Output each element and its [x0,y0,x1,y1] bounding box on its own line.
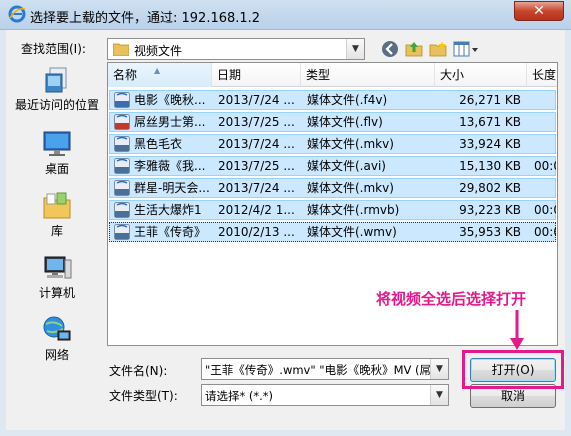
file-size-cell: 33,924 KB [459,137,521,151]
place-label: 计算机 [38,286,75,300]
column-type[interactable]: 类型 [301,63,435,87]
place-label: 网络 [44,348,69,362]
chevron-down-icon[interactable]: ▼ [430,359,448,379]
column-size[interactable]: 大小 [435,63,527,87]
file-date-cell: 2012/4/2 1... [218,203,295,217]
browser-e-icon [8,5,26,23]
file-row[interactable]: 屌丝男士第... 2013/7/25 ... 媒体文件(.flv) 13,671 KB [109,112,556,132]
video-file-icon [114,114,130,130]
file-size-cell: 35,953 KB [459,225,521,239]
video-file-icon [114,158,130,174]
file-size-cell: 29,802 KB [459,181,521,195]
place-computer[interactable]: 计算机 [14,252,100,301]
look-in-dropdown[interactable]: 视频文件 ▼ [107,38,365,60]
window-title: 选择要上载的文件，通过: 192.168.1.2 [30,11,261,26]
file-name-field[interactable]: "王菲《传奇》.wmv" "电影《晚秋》MV (屌 ▼ [201,358,449,380]
file-date-cell: 2013/7/25 ... [218,115,295,129]
video-file-icon [114,224,130,240]
file-row[interactable]: 王菲《传奇》 2010/2/13 ... 媒体文件(.wmv) 35,953 KB 00… [109,222,556,242]
file-type-cell: 媒体文件(.f4v) [307,93,388,107]
file-length-cell: 00:0 [534,159,556,173]
file-length-cell [534,113,556,131]
file-name-cell: 黑色毛衣 [134,137,183,151]
video-file-icon [114,202,130,218]
file-type-label: 文件类型(T): [109,389,178,403]
file-name-cell: 群星-明天会... [134,181,210,195]
annotation-arrow-icon [510,310,524,350]
file-length-cell [534,91,556,109]
file-size-cell: 13,671 KB [459,115,521,129]
file-length-cell: 00:0 [534,225,556,239]
up-folder-icon[interactable] [405,40,423,58]
file-date-cell: 2013/7/24 ... [218,93,295,107]
file-type-cell: 媒体文件(.rmvb) [307,203,400,217]
file-row[interactable]: 群星-明天会... 2013/7/24 ... 媒体文件(.mkv) 29,802 K… [109,178,556,198]
view-menu-icon[interactable] [453,40,479,58]
file-length-cell [534,179,556,197]
file-size-cell: 15,130 KB [459,159,521,173]
file-length-cell [534,135,556,153]
close-icon: ✕ [533,3,545,19]
chevron-down-icon[interactable]: ▼ [430,385,448,405]
file-row[interactable]: 生活大爆炸1 2012/4/2 1... 媒体文件(.rmvb) 93,223 KB 0… [109,200,556,220]
file-type-cell: 媒体文件(.mkv) [307,137,394,151]
look-in-value: 视频文件 [134,44,183,58]
column-header-row: ▲ 名称 日期 类型 大小 长度 [108,63,557,87]
close-button[interactable]: ✕ [514,1,564,21]
file-length-cell: 00:0 [534,203,556,217]
file-type-value: 请选择* (*.*) [205,389,274,403]
file-date-cell: 2013/7/24 ... [218,181,295,195]
look-in-label: 查找范围(I): [21,42,86,56]
column-date[interactable]: 日期 [212,63,301,87]
video-file-icon [114,92,130,108]
column-length[interactable]: 长度 [527,63,557,87]
file-row[interactable]: 李雅薇《我... 2013/7/25 ... 媒体文件(.avi) 15,130 KB… [109,156,556,176]
file-type-dropdown[interactable]: 请选择* (*.*) ▼ [201,384,449,406]
libraries-icon [43,192,71,219]
title-bar: 选择要上载的文件，通过: 192.168.1.2 ✕ [0,0,571,30]
place-label: 最近访问的位置 [14,98,99,112]
recent-places-icon [45,67,67,93]
place-libraries[interactable]: 库 [14,190,100,239]
back-icon[interactable] [381,40,399,58]
file-date-cell: 2013/7/25 ... [218,159,295,173]
file-date-cell: 2010/2/13 ... [218,225,295,239]
desktop-icon [43,131,71,156]
computer-icon [44,256,72,279]
file-name-label: 文件名(N): [109,364,168,378]
file-type-cell: 媒体文件(.wmv) [307,225,397,239]
network-icon [43,316,71,341]
new-folder-icon[interactable] [429,40,447,58]
video-file-icon [114,136,130,152]
column-name[interactable]: ▲ 名称 [108,63,212,87]
place-recent[interactable]: 最近访问的位置 [14,64,100,113]
annotation-text: 将视频全选后选择打开 [376,290,527,308]
file-size-cell: 26,271 KB [459,93,521,107]
file-name-value: "王菲《传奇》.wmv" "电影《晚秋》MV (屌 [205,363,431,377]
annotation-highlight-box [462,350,564,389]
file-row[interactable]: 电影《晚秋... 2013/7/24 ... 媒体文件(.f4v) 26,271 KB [109,90,556,110]
folder-icon [113,43,129,56]
place-label: 库 [50,224,63,238]
video-file-icon [114,180,130,196]
place-desktop[interactable]: 桌面 [14,128,100,177]
chevron-down-icon[interactable]: ▼ [346,39,364,59]
place-network[interactable]: 网络 [14,314,100,363]
file-name-cell: 王菲《传奇》 [134,225,207,239]
file-name-cell: 电影《晚秋... [134,93,206,107]
file-name-cell: 生活大爆炸1 [134,203,202,217]
sort-ascending-icon: ▲ [154,66,161,75]
file-type-cell: 媒体文件(.flv) [307,115,383,129]
file-name-cell: 屌丝男士第... [134,115,206,129]
file-date-cell: 2013/7/24 ... [218,137,295,151]
file-row[interactable]: 黑色毛衣 2013/7/24 ... 媒体文件(.mkv) 33,924 KB [109,134,556,154]
file-type-cell: 媒体文件(.avi) [307,159,386,173]
file-type-cell: 媒体文件(.mkv) [307,181,394,195]
file-size-cell: 93,223 KB [459,203,521,217]
place-label: 桌面 [44,162,69,176]
places-bar: 最近访问的位置 桌面 库 计算机 网络 [14,62,100,370]
file-name-cell: 李雅薇《我... [134,159,206,173]
